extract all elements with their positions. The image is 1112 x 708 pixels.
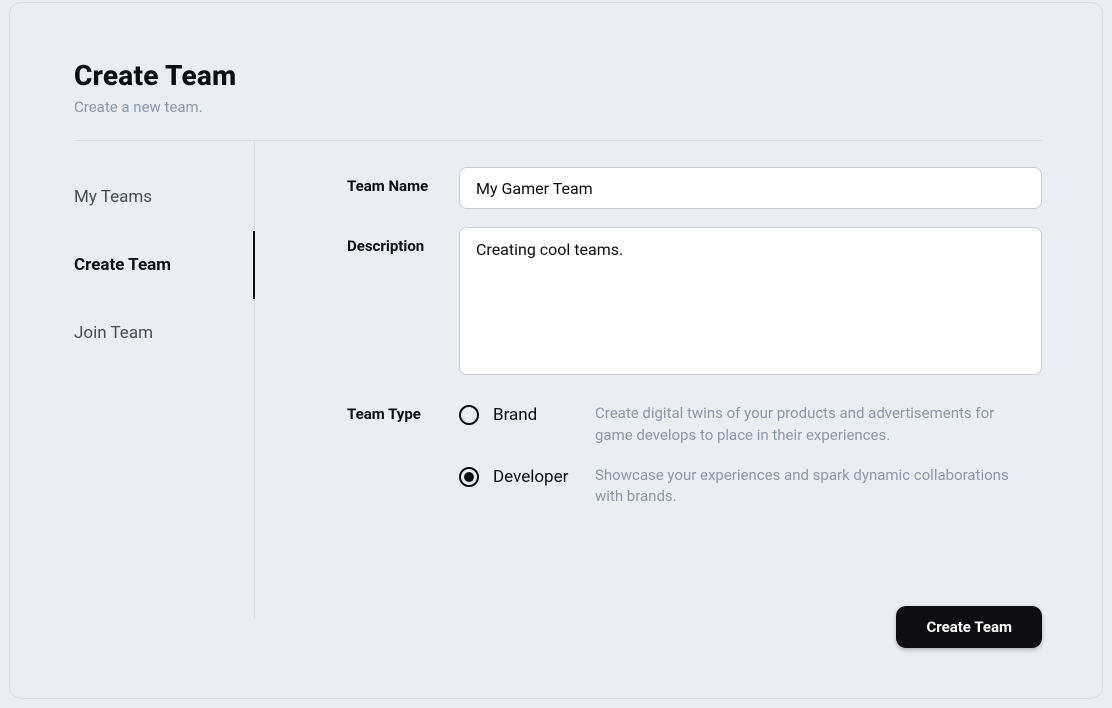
radio-brand[interactable]: Brand <box>459 403 581 425</box>
page-subtitle: Create a new team. <box>74 98 1042 116</box>
row-description: Description <box>347 227 1042 379</box>
form-area: Team Name Description Team Type <box>255 141 1042 619</box>
sidebar-item-my-teams[interactable]: My Teams <box>74 163 254 231</box>
sidebar-item-join-team[interactable]: Join Team <box>74 299 254 367</box>
radio-option-developer: Developer Showcase your experiences and … <box>459 465 1042 509</box>
radio-desc-brand: Create digital twins of your products an… <box>595 403 1025 447</box>
row-team-type: Team Type Brand Create digital twins of … <box>347 401 1042 508</box>
team-name-input[interactable] <box>459 167 1042 209</box>
page-title: Create Team <box>74 59 1042 92</box>
create-team-panel: Create Team Create a new team. My Teams … <box>9 2 1103 699</box>
sidebar-nav: My Teams Create Team Join Team <box>74 141 255 619</box>
description-input[interactable] <box>459 227 1042 375</box>
team-type-radio-group: Brand Create digital twins of your produ… <box>459 401 1042 508</box>
content-area: My Teams Create Team Join Team Team Name… <box>74 141 1042 619</box>
sidebar-item-label: Create Team <box>74 255 171 275</box>
footer-actions: Create Team <box>896 606 1042 648</box>
create-team-button[interactable]: Create Team <box>896 606 1042 648</box>
radio-option-brand: Brand Create digital twins of your produ… <box>459 403 1042 447</box>
radio-desc-developer: Showcase your experiences and spark dyna… <box>595 465 1025 509</box>
label-team-type: Team Type <box>347 401 459 508</box>
row-team-name: Team Name <box>347 167 1042 209</box>
panel-header: Create Team Create a new team. <box>74 59 1042 116</box>
sidebar-item-label: My Teams <box>74 187 152 207</box>
sidebar-item-create-team[interactable]: Create Team <box>74 231 254 299</box>
sidebar-item-label: Join Team <box>74 323 153 343</box>
label-description: Description <box>347 227 459 379</box>
radio-icon <box>459 467 479 487</box>
radio-developer[interactable]: Developer <box>459 465 581 487</box>
radio-label-developer: Developer <box>493 467 568 487</box>
radio-label-brand: Brand <box>493 405 537 425</box>
radio-icon <box>459 405 479 425</box>
label-team-name: Team Name <box>347 167 459 209</box>
